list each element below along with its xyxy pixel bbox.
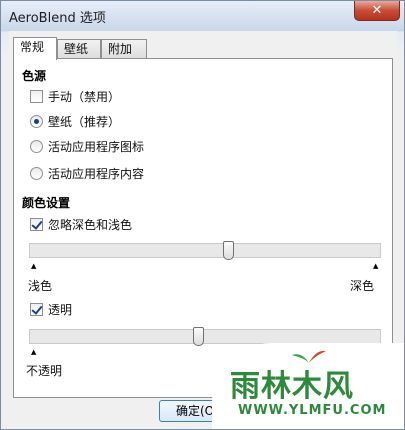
close-button[interactable]: ✕ [354,1,400,21]
tick-mark: ▲ [31,262,37,270]
manual-checkbox[interactable] [30,90,43,103]
window-title: AeroBlend 选项 [9,11,106,26]
app-content-option[interactable]: 活动应用程序内容 [30,165,144,182]
title-bar[interactable]: AeroBlend 选项 ✕ [1,1,404,31]
manual-label: 手动（禁用） [48,90,121,104]
lightness-slider[interactable] [29,241,381,260]
wallpaper-radio[interactable] [30,115,43,128]
app-content-radio[interactable] [30,167,43,180]
wallpaper-option[interactable]: 壁纸（推荐） [30,113,120,130]
lightness-slider-thumb[interactable] [223,241,234,260]
transparency-slider-thumb[interactable] [193,327,204,346]
transparent-label: 透明 [48,303,73,317]
tab-general[interactable]: 常规 [13,37,57,60]
ignore-option[interactable]: 忽略深色和浅色 [30,216,132,233]
light-label: 浅色 [28,279,53,293]
tab-wallpaper[interactable]: 壁纸 [57,39,101,59]
tab-extra[interactable]: 附加 [101,39,147,59]
watermark-url: WWW.YLMFU.COM [238,403,387,418]
color-source-heading: 色源 [22,69,47,83]
app-icon-label: 活动应用程序图标 [48,140,145,154]
ignore-label: 忽略深色和浅色 [48,218,133,232]
wallpaper-label: 壁纸（推荐） [48,115,121,129]
color-settings-heading: 颜色设置 [22,196,71,210]
app-icon-radio[interactable] [30,140,43,153]
transparency-slider[interactable] [29,327,381,346]
tick-mark: ▲ [373,262,379,270]
watermark-logo: 雨林木风 WWW.YLMFU.COM [212,343,404,429]
transparent-option[interactable]: 透明 [30,301,72,318]
tick-mark: ▲ [31,348,37,356]
close-icon: ✕ [371,3,383,18]
watermark-brand: 雨林木风 [230,369,354,404]
manual-option[interactable]: 手动（禁用） [30,88,120,105]
dark-label: 深色 [350,279,375,293]
app-icon-option[interactable]: 活动应用程序图标 [30,138,144,155]
transparent-checkbox[interactable] [30,303,43,316]
app-content-label: 活动应用程序内容 [48,167,145,181]
ignore-checkbox[interactable] [30,218,43,231]
opaque-label: 不透明 [26,364,63,378]
